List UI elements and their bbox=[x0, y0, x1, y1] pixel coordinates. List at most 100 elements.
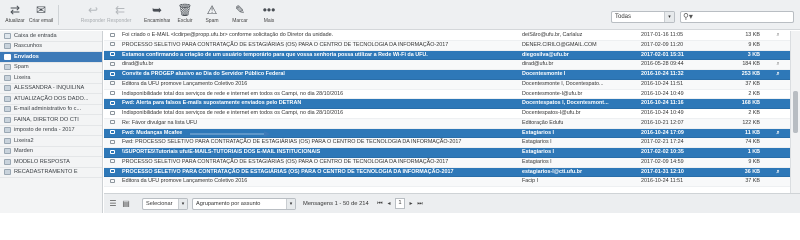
message-status-icon bbox=[110, 31, 117, 41]
message-from: Docentesmonte I bbox=[522, 71, 566, 77]
delete-label: Excluir bbox=[177, 18, 193, 24]
message-row[interactable]: PROCESSO SELETIVO PARA CONTRATAÇÃO DE ES… bbox=[104, 167, 790, 178]
sidebar-item-folder[interactable]: RECADASTRAMENTO E bbox=[0, 168, 102, 178]
preview-pane-icon[interactable]: ▤ bbox=[121, 199, 131, 209]
message-subject: Re: Fávor divulgar na lista UFU bbox=[122, 119, 198, 126]
message-date: 2016-10-24 11:32 bbox=[641, 71, 684, 77]
message-row[interactable]: Convite da PROGEP alusivo ao Dia do Serv… bbox=[104, 70, 790, 80]
sidebar-item-folder[interactable]: ATUALIZAÇÃO DOS DADO... bbox=[0, 94, 102, 105]
reply-all-label: Responder a todos bbox=[107, 18, 133, 24]
toolbar-divider bbox=[58, 5, 59, 25]
message-subject: Fwd: PROCESSO SELETIVO PARA CONTRATAÇÃO … bbox=[122, 139, 462, 146]
first-page-icon[interactable]: ⏮ bbox=[376, 198, 384, 210]
message-from: Editoração Edufu bbox=[522, 119, 564, 126]
spam-label: Spam bbox=[205, 18, 219, 24]
sidebar-item-folder[interactable]: ALESSANDRA - INQUILINA bbox=[0, 84, 102, 94]
message-from: deiSãro@ufu.br, Carlaluz bbox=[522, 32, 583, 38]
message-date: 2016-10-24 11:51 bbox=[641, 178, 684, 185]
sidebar-item-folder[interactable]: imposto de renda - 2017 bbox=[0, 126, 102, 136]
folder-icon bbox=[4, 116, 11, 123]
sidebar-item-folder[interactable]: E-mail administrativo fo c... bbox=[0, 105, 102, 115]
message-size: 36 KB bbox=[744, 168, 760, 175]
scrollbar-thumb[interactable] bbox=[793, 91, 798, 133]
search-box[interactable]: ⚲▾ bbox=[680, 11, 794, 23]
message-row[interactable]: Estamos confirmando a criação de um usuá… bbox=[104, 50, 790, 61]
page-number-field[interactable]: 1 bbox=[395, 198, 405, 209]
forward-button[interactable]: ➥ Encaminhar bbox=[144, 3, 170, 24]
last-page-icon[interactable]: ⏭ bbox=[416, 198, 424, 210]
next-page-icon[interactable]: ▸ bbox=[407, 198, 415, 210]
sidebar-item-folder[interactable]: Lixeira2 bbox=[0, 136, 102, 147]
message-status-icon bbox=[110, 41, 117, 51]
message-size: 37 KB bbox=[745, 80, 760, 87]
message-subject: Editora da UFU promove Lançamento Coleti… bbox=[122, 178, 248, 185]
message-list-scrollbar[interactable] bbox=[790, 31, 800, 193]
previous-page-icon[interactable]: ◂ bbox=[385, 198, 393, 210]
sidebar-item-folder[interactable]: MODELO RESPOSTA bbox=[0, 157, 102, 168]
sidebar-item-folder[interactable]: Rascunhos bbox=[0, 42, 102, 52]
search-input[interactable] bbox=[693, 13, 791, 21]
grouping-dropdown[interactable]: Agrupamento por assunto ▾ bbox=[192, 198, 296, 210]
message-subject: Indisponibilidade total dos serviços de … bbox=[122, 90, 344, 97]
forward-label: Encaminhar bbox=[144, 18, 170, 24]
delete-button[interactable]: 🗑 Excluir bbox=[172, 3, 198, 24]
message-status-icon bbox=[110, 51, 117, 61]
sidebar-item-folder[interactable]: Enviados bbox=[0, 52, 102, 63]
message-row[interactable]: \\SUPORTE5\Tutoriais ufu\E-MAILS-TUTORIA… bbox=[104, 148, 790, 158]
sidebar-item-folder[interactable]: FAINA, DIRETOR DO CTI bbox=[0, 115, 102, 126]
compose-button[interactable]: ✉ Criar email bbox=[28, 3, 54, 24]
folder-icon bbox=[4, 85, 11, 92]
filter-value: Todas bbox=[615, 14, 632, 20]
message-row[interactable]: Re: Fávor divulgar na lista UFU Editoraçã… bbox=[104, 118, 790, 129]
reply-button[interactable]: ↩ Responder bbox=[80, 3, 106, 24]
message-from: Docentesmonte I, Docentespato... bbox=[522, 80, 604, 87]
list-view-icon[interactable]: ☰ bbox=[108, 199, 118, 209]
message-subject: Indisponibilidade total dos serviços de … bbox=[122, 110, 344, 116]
message-date: 2016-10-24 17:09 bbox=[641, 129, 684, 136]
folder-icon bbox=[4, 158, 11, 165]
mark-label: Marcar bbox=[232, 18, 248, 24]
sidebar-item-label: E-mail administrativo fo c... bbox=[14, 106, 82, 113]
message-subject: Editora da UFU promove Lançamento Coleti… bbox=[122, 80, 248, 87]
filter-select[interactable]: Todas ▾ bbox=[611, 11, 675, 23]
message-row[interactable]: Fwd: PROCESSO SELETIVO PARA CONTRATAÇÃO … bbox=[104, 138, 790, 148]
sidebar-item-folder[interactable]: Lixeira bbox=[0, 73, 102, 84]
message-status-icon bbox=[110, 119, 117, 129]
message-row[interactable]: PROCESSO SELETIVO PARA CONTRATAÇÃO DE ES… bbox=[104, 157, 790, 168]
message-from: dirad@ufu.br bbox=[522, 61, 554, 68]
reply-all-button[interactable]: ⇇ Responder a todos bbox=[107, 3, 133, 24]
message-row[interactable]: Indisponibilidade total dos serviços de … bbox=[104, 109, 790, 119]
message-row[interactable]: Foi criado o E-MAIL <lcdirpe@propp.ufu.b… bbox=[104, 31, 790, 41]
message-row[interactable]: Editora da UFU promove Lançamento Coleti… bbox=[104, 177, 790, 187]
sidebar-item-label: Lixeira2 bbox=[14, 137, 34, 144]
message-row[interactable]: Editora da UFU promove Lançamento Coleti… bbox=[104, 79, 790, 90]
message-status-icon bbox=[110, 109, 117, 119]
compose-icon: ✉ bbox=[35, 3, 47, 17]
sidebar-item-folder[interactable]: Marden bbox=[0, 147, 102, 157]
folder-icon bbox=[4, 74, 11, 81]
message-status-icon bbox=[110, 80, 117, 90]
message-date: 2016-10-24 11:51 bbox=[641, 80, 684, 87]
folder-icon bbox=[4, 64, 11, 71]
chevron-down-icon: ▾ bbox=[178, 199, 187, 209]
more-button[interactable]: ••• Mais bbox=[256, 3, 282, 24]
message-row[interactable]: Indisponibilidade total dos serviços de … bbox=[104, 89, 790, 100]
message-row[interactable]: Fwd: Alerta para falsos E-mails supostam… bbox=[104, 99, 790, 109]
message-row[interactable]: dirad@ufu.br dirad@ufu.br 2016-05-28 09:44… bbox=[104, 60, 790, 70]
message-from: estagiarios-I@cti.ufu.br bbox=[522, 168, 583, 175]
sidebar-item-folder[interactable]: Spam bbox=[0, 63, 102, 73]
chevron-down-icon: ▾ bbox=[664, 12, 674, 22]
message-date: 2016-10-24 10:49 bbox=[641, 110, 684, 116]
sidebar-item-folder[interactable]: Caixa de entrada bbox=[0, 31, 102, 42]
mark-button[interactable]: ✎ Marcar bbox=[227, 3, 253, 24]
spam-button[interactable]: ⚠ Spam bbox=[199, 3, 225, 24]
select-dropdown[interactable]: Selecionar ▾ bbox=[142, 198, 188, 210]
message-row[interactable]: PROCESSO SELETIVO PARA CONTRATAÇÃO DE ES… bbox=[104, 40, 790, 51]
sidebar-item-label: Rascunhos bbox=[14, 43, 42, 50]
sidebar-item-label: FAINA, DIRETOR DO CTI bbox=[14, 116, 79, 123]
refresh-button[interactable]: ⇄ Atualizar bbox=[2, 3, 28, 24]
message-date: 2016-10-24 10:49 bbox=[641, 90, 684, 97]
attachment-icon: ⌕ bbox=[776, 61, 780, 68]
message-size: 122 KB bbox=[742, 119, 760, 126]
message-date: 2017-01-31 12:10 bbox=[641, 168, 684, 175]
